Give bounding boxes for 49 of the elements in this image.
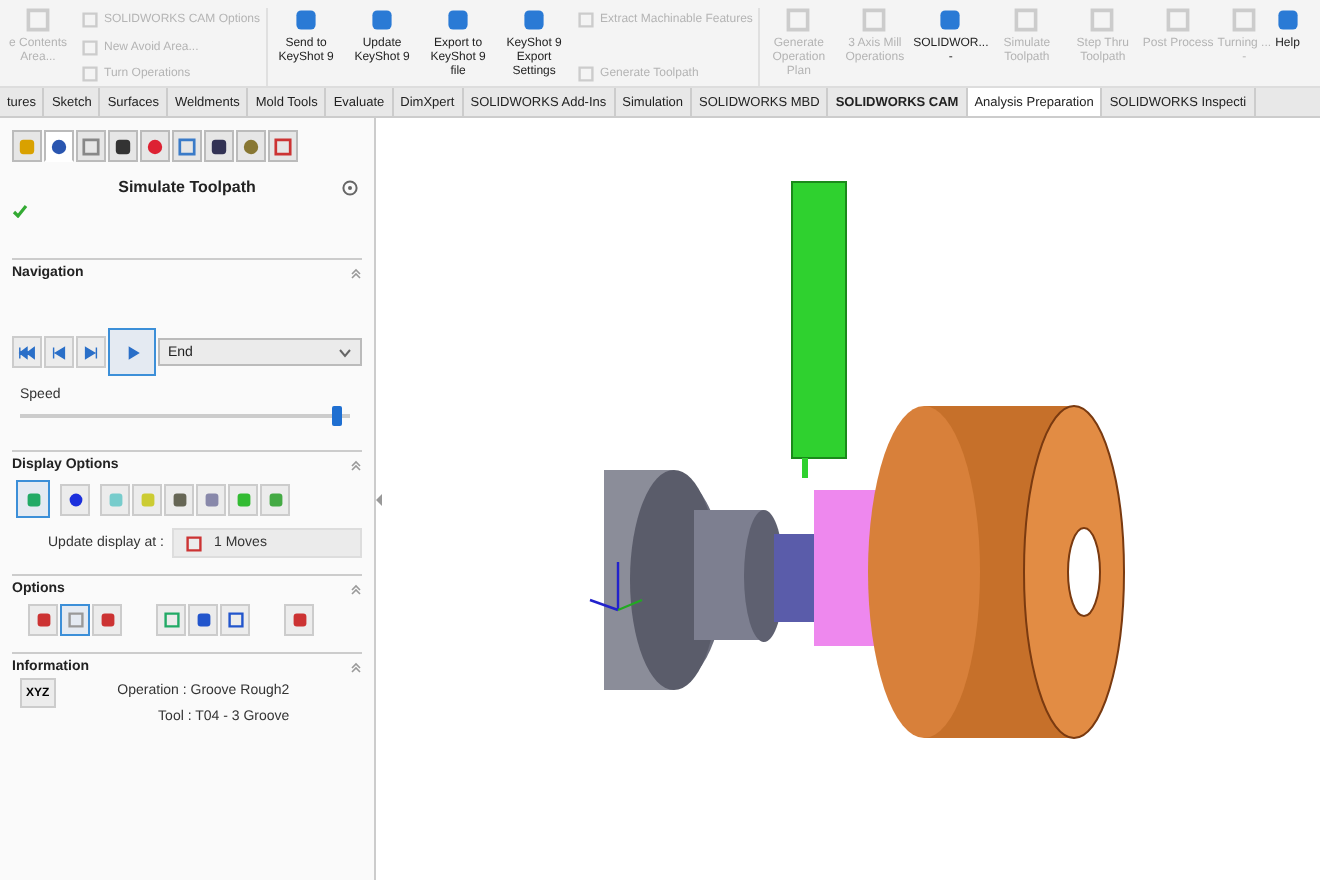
option-button[interactable] bbox=[60, 604, 90, 636]
toolbar-icon bbox=[25, 491, 41, 507]
collapse-icon[interactable] bbox=[350, 459, 362, 471]
toolbar-icon bbox=[26, 8, 50, 32]
moves-icon bbox=[185, 535, 202, 551]
panel-tab[interactable] bbox=[108, 130, 138, 162]
panel-tab[interactable] bbox=[44, 130, 74, 162]
collapse-icon[interactable] bbox=[350, 267, 362, 279]
toolbar-icon bbox=[578, 66, 595, 82]
option-button[interactable] bbox=[156, 604, 186, 636]
rewind-icon bbox=[18, 343, 36, 361]
toolbar-icon bbox=[862, 8, 887, 32]
toolbar-icon bbox=[1014, 8, 1039, 32]
toolbar-icon bbox=[1275, 8, 1300, 32]
toolbar-icon bbox=[67, 491, 83, 507]
panel-tab[interactable] bbox=[204, 130, 234, 162]
help-icon[interactable] bbox=[342, 179, 358, 195]
collapse-icon[interactable] bbox=[350, 583, 362, 595]
toolbar-icon bbox=[1090, 8, 1115, 32]
toolbar-icon bbox=[291, 612, 307, 628]
slider-thumb[interactable] bbox=[332, 406, 343, 426]
step-back-icon bbox=[50, 343, 68, 361]
toolbar-icon bbox=[1166, 8, 1191, 32]
option-button[interactable] bbox=[220, 604, 250, 636]
step-forward-icon bbox=[82, 343, 100, 361]
toolbar-icon bbox=[294, 8, 319, 32]
option-button[interactable] bbox=[188, 604, 218, 636]
collapse-icon[interactable] bbox=[350, 661, 362, 673]
playback-button[interactable] bbox=[44, 336, 74, 368]
collapse-arrow-icon[interactable] bbox=[376, 493, 384, 505]
toolbar-icon bbox=[938, 8, 963, 32]
checkmark-icon[interactable] bbox=[12, 204, 28, 218]
toolbar-icon bbox=[578, 12, 595, 28]
option-button[interactable] bbox=[28, 604, 58, 636]
toolbar-icon bbox=[446, 8, 471, 32]
playback-button[interactable] bbox=[108, 328, 156, 376]
chevron-down-icon bbox=[338, 347, 352, 357]
panel-title: Simulate Toolpath bbox=[118, 178, 256, 196]
play-icon bbox=[123, 343, 141, 361]
display-button[interactable] bbox=[164, 483, 194, 515]
option-button[interactable] bbox=[284, 604, 314, 636]
option-button[interactable] bbox=[92, 604, 122, 636]
toolbar-icon bbox=[1232, 8, 1257, 32]
toolbar-icon bbox=[786, 8, 811, 32]
toolbar-icon bbox=[522, 8, 547, 32]
playback-button[interactable] bbox=[76, 336, 106, 368]
toolbar-icon bbox=[370, 8, 395, 32]
display-button[interactable] bbox=[60, 483, 90, 515]
playback-button[interactable] bbox=[12, 336, 42, 368]
